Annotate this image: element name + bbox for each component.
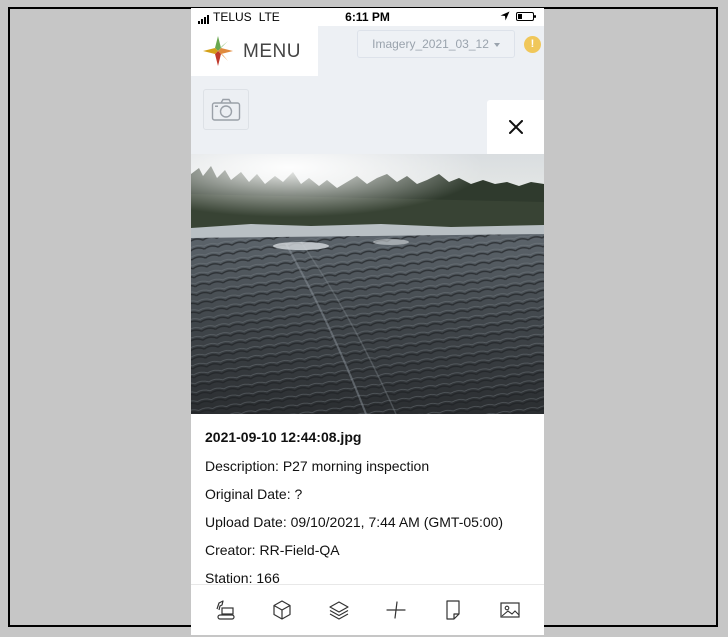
layers-icon [329,601,349,620]
camera-button[interactable] [203,89,249,130]
menu-label: MENU [243,41,301,62]
photo-details: 2021-09-10 12:44:08.jpg Description: P27… [191,414,544,586]
close-button[interactable] [487,100,544,154]
caret-down-icon [493,42,500,47]
original-date-row: Original Date: ? [205,486,544,502]
status-bar: TELUS LTE 6:11 PM [191,8,544,26]
menu-button[interactable]: MENU [191,26,318,76]
clock: 6:11 PM [345,10,390,24]
creator-label: Creator: [205,542,256,558]
map-area: MENU Imagery_2021_03_12 ! [191,26,544,154]
upload-date-row: Upload Date: 09/10/2021, 7:44 AM (GMT-05… [205,514,544,530]
camera-icon [211,98,241,121]
imagery-selected-value: Imagery_2021_03_12 [372,37,489,51]
document-icon [446,600,460,620]
tool-3d[interactable] [267,595,297,625]
tool-measure[interactable] [381,595,411,625]
original-date-label: Original Date: [205,486,291,502]
location-arrow-icon [500,11,510,21]
creator-value: RR-Field-QA [259,542,340,558]
crosshair-icon [386,601,406,619]
bottom-toolbar [191,584,544,635]
upload-date-label: Upload Date: [205,514,287,530]
image-icon [499,602,520,618]
photo-filename: 2021-09-10 12:44:08.jpg [205,429,362,445]
imagery-dropdown[interactable]: Imagery_2021_03_12 [357,30,515,58]
description-row: Description: P27 morning inspection [205,458,544,474]
phone-screen: TELUS LTE 6:11 PM MENU Imagery_2021_03_1… [191,8,544,635]
tool-layers[interactable] [324,595,354,625]
inspection-photo [191,154,544,414]
tool-imagery[interactable] [495,595,525,625]
excavator-icon [216,600,236,620]
app-logo-icon [203,36,233,66]
tool-excavator[interactable] [210,595,240,625]
creator-row: Creator: RR-Field-QA [205,542,544,558]
tool-document[interactable] [438,595,468,625]
warning-badge[interactable]: ! [524,36,541,53]
battery-icon [516,11,536,21]
cube-icon [273,600,291,620]
description-label: Description: [205,458,279,474]
description-value: P27 morning inspection [282,458,430,474]
close-icon [508,120,523,134]
upload-date-value: 09/10/2021, 7:44 AM (GMT-05:00) [290,514,504,530]
original-date-value: ? [294,486,303,502]
